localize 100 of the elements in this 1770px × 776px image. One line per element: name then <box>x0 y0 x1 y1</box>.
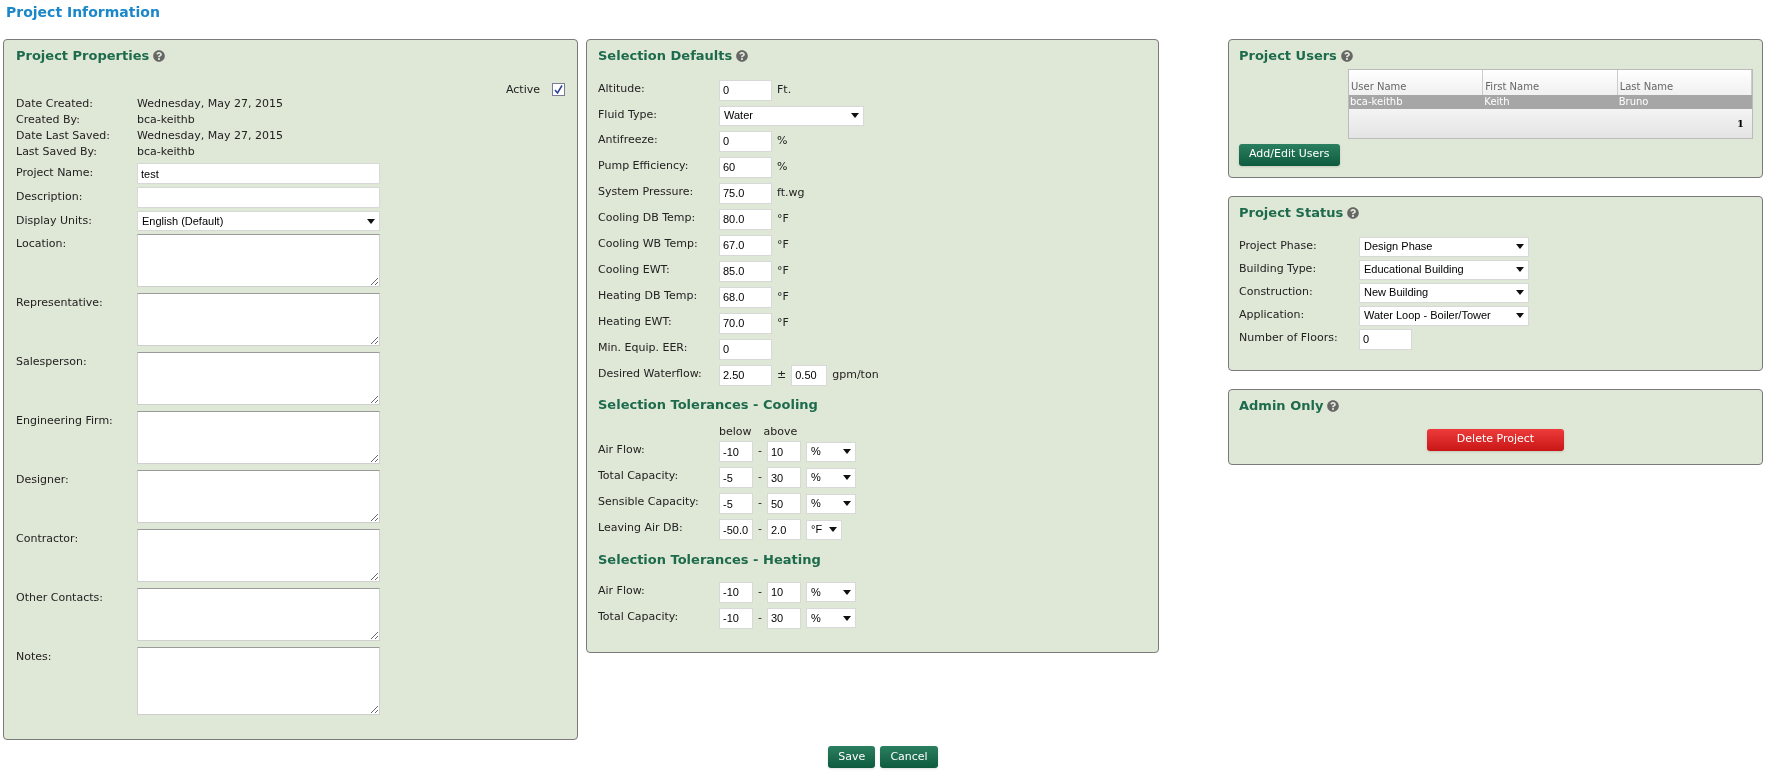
field-label: Other Contacts: <box>16 590 104 606</box>
unit-label: °F <box>777 314 789 331</box>
text-area[interactable] <box>137 588 380 641</box>
input-field[interactable]: 85.0 <box>719 260 772 282</box>
field-label: Cooling DB Temp: <box>598 209 697 226</box>
input-field[interactable]: 0 <box>1359 328 1412 350</box>
checkmark-icon <box>554 85 563 95</box>
column-header[interactable]: Last Name <box>1617 69 1752 95</box>
field-label: Location: <box>16 236 68 252</box>
field-label: Antifreeze: <box>598 131 659 148</box>
input-field[interactable]: -10 <box>719 581 753 603</box>
text-area[interactable] <box>137 411 380 464</box>
field-label: Air Flow: <box>598 442 646 458</box>
field-label: Date Created: <box>16 95 95 112</box>
input-field[interactable]: -50.0 <box>719 519 753 540</box>
field-label: Notes: <box>16 649 53 665</box>
dropdown[interactable]: English (Default) <box>137 211 380 231</box>
dropdown[interactable]: % <box>806 582 856 602</box>
input-field[interactable]: 60 <box>719 156 772 178</box>
input-field[interactable]: 80.0 <box>719 208 772 230</box>
input-field[interactable]: 2.50 <box>719 364 772 386</box>
help-icon[interactable] <box>1327 399 1340 412</box>
help-icon[interactable] <box>736 49 749 62</box>
help-icon[interactable] <box>1340 49 1353 62</box>
input-field[interactable]: 0 <box>719 130 772 152</box>
unit-label: - <box>758 469 762 486</box>
field-label: Heating EWT: <box>598 313 673 330</box>
input-field[interactable]: 10 <box>767 441 801 462</box>
dropdown[interactable]: % <box>806 493 856 514</box>
input-field[interactable]: 2.0 <box>767 519 801 540</box>
add-edit-users-button[interactable]: Add/Edit Users <box>1239 143 1340 166</box>
field-label: Project Phase: <box>1239 237 1318 254</box>
dropdown[interactable]: Educational Building <box>1359 259 1529 280</box>
input-field[interactable]: 30 <box>767 467 801 488</box>
unit-label: °F <box>777 262 789 279</box>
input-field[interactable]: 50 <box>767 493 801 514</box>
input-field[interactable] <box>137 187 380 208</box>
dropdown[interactable]: % <box>806 608 856 628</box>
unit-label: % <box>777 158 788 175</box>
active-checkbox[interactable] <box>552 83 565 97</box>
action-button[interactable]: Cancel <box>880 746 938 768</box>
input-field[interactable]: 0 <box>719 79 772 101</box>
field-label: Fluid Type: <box>598 106 658 123</box>
delete-project-button[interactable]: Delete Project <box>1427 428 1564 451</box>
section-title: Selection Tolerances - Heating <box>598 551 822 569</box>
input-field[interactable]: 70.0 <box>719 312 772 334</box>
field-label: Altitude: <box>598 80 646 97</box>
caret-icon <box>843 475 851 480</box>
field-label: Last Saved By: <box>16 143 98 160</box>
page-number: 1 <box>1737 116 1744 131</box>
dropdown[interactable]: °F <box>806 519 842 540</box>
input-field[interactable]: 30 <box>767 607 801 629</box>
field-label: Air Flow: <box>598 582 646 599</box>
input-field[interactable]: 0 <box>719 338 772 360</box>
dropdown[interactable]: Water Loop - Boiler/Tower <box>1359 305 1529 326</box>
dropdown[interactable]: New Building <box>1359 282 1529 303</box>
text-area[interactable] <box>137 293 380 346</box>
input-field[interactable]: -5 <box>719 467 753 488</box>
field-label: Number of Floors: <box>1239 329 1339 346</box>
text-area[interactable] <box>137 352 380 405</box>
action-button[interactable]: Save <box>828 746 876 768</box>
input-field[interactable]: -10 <box>719 441 753 462</box>
table-cell-text: bca-keithb <box>1349 95 1404 109</box>
dropdown[interactable]: Water <box>719 105 864 126</box>
dropdown[interactable]: % <box>806 441 856 462</box>
input-field[interactable]: 68.0 <box>719 286 772 308</box>
field-label: Date Last Saved: <box>16 127 111 144</box>
input-field[interactable]: 0.50 <box>791 364 828 386</box>
unit-label: - <box>758 583 762 600</box>
input-field[interactable]: -5 <box>719 493 753 514</box>
dropdown[interactable]: % <box>806 467 856 488</box>
input-field[interactable]: 10 <box>767 581 801 603</box>
text-area[interactable] <box>137 470 380 523</box>
input-field[interactable]: 75.0 <box>719 182 772 204</box>
text-area[interactable] <box>137 234 380 287</box>
field-label: Building Type: <box>1239 260 1318 277</box>
field-label: Leaving Air DB: <box>598 520 684 536</box>
unit-label: ft.wg <box>777 184 805 201</box>
caret-icon <box>1516 313 1524 318</box>
caret-icon <box>829 527 837 532</box>
column-header[interactable]: User Name <box>1349 69 1484 95</box>
input-field[interactable]: 67.0 <box>719 234 772 256</box>
field-label: Sensible Capacity: <box>598 494 700 510</box>
field-label: Desired Waterflow: <box>598 365 703 382</box>
text-area[interactable] <box>137 647 380 715</box>
dropdown[interactable]: Design Phase <box>1359 236 1529 257</box>
help-icon[interactable] <box>153 49 166 62</box>
input-field[interactable]: -10 <box>719 607 753 629</box>
panel-title: Admin Only <box>1239 397 1324 415</box>
panel-title: Project Properties <box>16 47 150 65</box>
text-area[interactable] <box>137 529 380 582</box>
help-icon[interactable] <box>1347 206 1360 219</box>
column-label: above <box>763 423 798 440</box>
caret-icon <box>1516 290 1524 295</box>
field-label: Application: <box>1239 306 1306 323</box>
column-header[interactable]: First Name <box>1483 69 1618 95</box>
field-label: Construction: <box>1239 283 1314 300</box>
input-field[interactable]: test <box>137 163 380 184</box>
caret-icon <box>843 449 851 454</box>
field-label: Pump Efficiency: <box>598 157 690 174</box>
